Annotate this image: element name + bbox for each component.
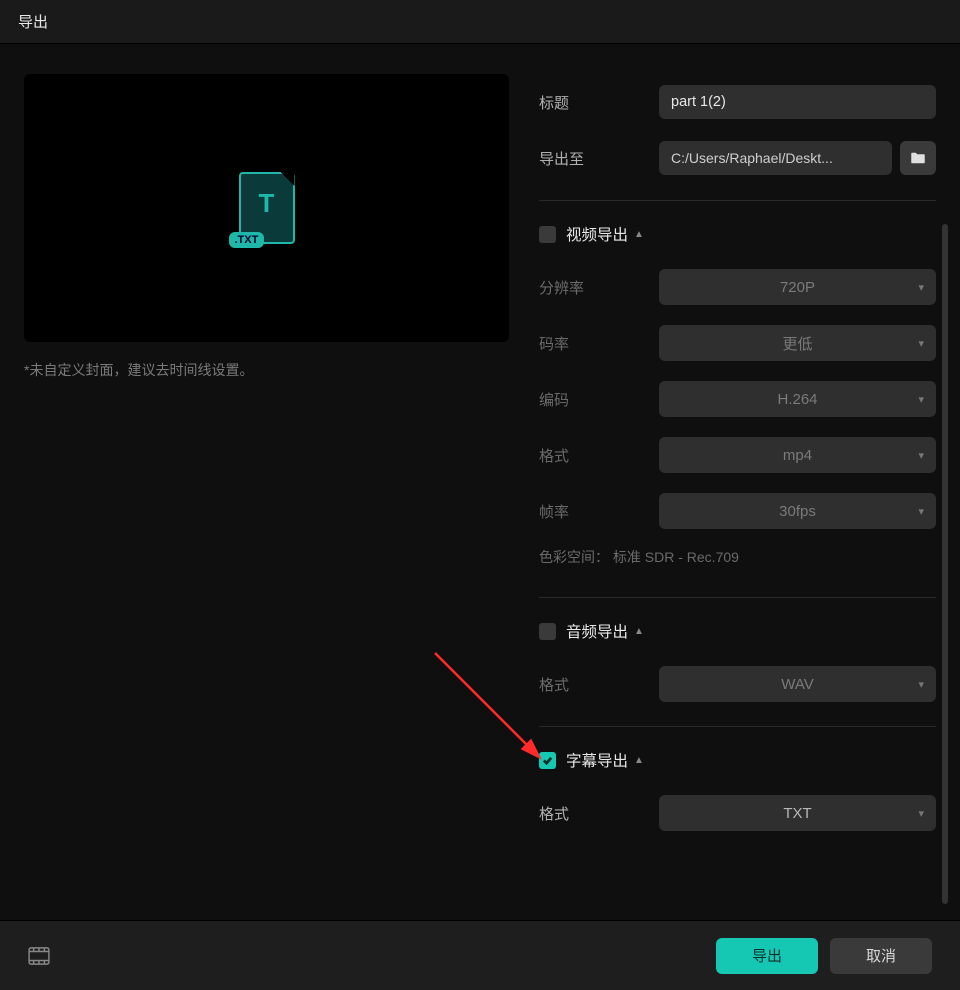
- title-input[interactable]: [659, 85, 936, 119]
- video-export-title: 视频导出: [566, 223, 628, 245]
- preview-thumbnail: T .TXT: [24, 74, 509, 342]
- resolution-dropdown[interactable]: 720P▾: [659, 269, 936, 305]
- video-format-dropdown[interactable]: mp4▾: [659, 437, 936, 473]
- folder-icon: [909, 149, 927, 167]
- check-icon: [542, 755, 553, 766]
- timeline-icon-button[interactable]: [28, 947, 50, 965]
- right-pane: 标题 导出至 C:/Users/Raphael/Deskt... 视频导出 ▲ …: [509, 74, 936, 920]
- cancel-button[interactable]: 取消: [830, 938, 932, 974]
- title-label: 标题: [539, 92, 659, 113]
- fps-dropdown[interactable]: 30fps▾: [659, 493, 936, 529]
- divider: [539, 726, 936, 727]
- divider: [539, 200, 936, 201]
- chevron-down-icon: ▾: [918, 505, 924, 518]
- chevron-down-icon: ▾: [918, 393, 924, 406]
- cover-hint: *未自定义封面，建议去时间线设置。: [24, 360, 509, 380]
- export-button[interactable]: 导出: [716, 938, 818, 974]
- video-export-checkbox[interactable]: [539, 226, 556, 243]
- fps-label: 帧率: [539, 501, 659, 522]
- title-bar: 导出: [0, 0, 960, 44]
- subtitle-export-section-header[interactable]: 字幕导出 ▲: [539, 745, 936, 775]
- audio-export-title: 音频导出: [566, 620, 628, 642]
- export-path-display[interactable]: C:/Users/Raphael/Deskt...: [659, 141, 892, 175]
- browse-folder-button[interactable]: [900, 141, 936, 175]
- bitrate-dropdown[interactable]: 更低▾: [659, 325, 936, 361]
- subtitle-format-dropdown[interactable]: TXT▾: [659, 795, 936, 831]
- codec-dropdown[interactable]: H.264▾: [659, 381, 936, 417]
- export-to-label: 导出至: [539, 148, 659, 169]
- audio-export-section-header[interactable]: 音频导出 ▲: [539, 616, 936, 646]
- chevron-down-icon: ▾: [918, 449, 924, 462]
- chevron-down-icon: ▾: [918, 337, 924, 350]
- chevron-up-icon: ▲: [634, 755, 644, 766]
- chevron-up-icon: ▲: [634, 626, 644, 637]
- left-pane: T .TXT *未自定义封面，建议去时间线设置。: [24, 74, 509, 920]
- content-area: T .TXT *未自定义封面，建议去时间线设置。 标题 导出至 C:/Users…: [0, 44, 960, 920]
- subtitle-export-checkbox[interactable]: [539, 752, 556, 769]
- scrollbar[interactable]: [942, 224, 948, 904]
- window-title: 导出: [18, 11, 48, 32]
- footer-bar: 导出 取消: [0, 920, 960, 990]
- filmstrip-icon: [28, 947, 50, 965]
- divider: [539, 597, 936, 598]
- audio-export-checkbox[interactable]: [539, 623, 556, 640]
- bitrate-label: 码率: [539, 333, 659, 354]
- txt-badge: .TXT: [229, 232, 265, 248]
- chevron-down-icon: ▾: [918, 678, 924, 691]
- video-export-section-header[interactable]: 视频导出 ▲: [539, 219, 936, 249]
- txt-document-icon: T .TXT: [239, 172, 295, 244]
- video-format-label: 格式: [539, 445, 659, 466]
- chevron-down-icon: ▾: [918, 281, 924, 294]
- audio-format-dropdown[interactable]: WAV▾: [659, 666, 936, 702]
- resolution-label: 分辨率: [539, 277, 659, 298]
- chevron-down-icon: ▾: [918, 807, 924, 820]
- subtitle-export-title: 字幕导出: [566, 749, 628, 771]
- audio-format-label: 格式: [539, 674, 659, 695]
- colorspace-line: 色彩空间： 标准 SDR - Rec.709: [539, 539, 936, 583]
- chevron-up-icon: ▲: [634, 229, 644, 240]
- codec-label: 编码: [539, 389, 659, 410]
- subtitle-format-label: 格式: [539, 803, 659, 824]
